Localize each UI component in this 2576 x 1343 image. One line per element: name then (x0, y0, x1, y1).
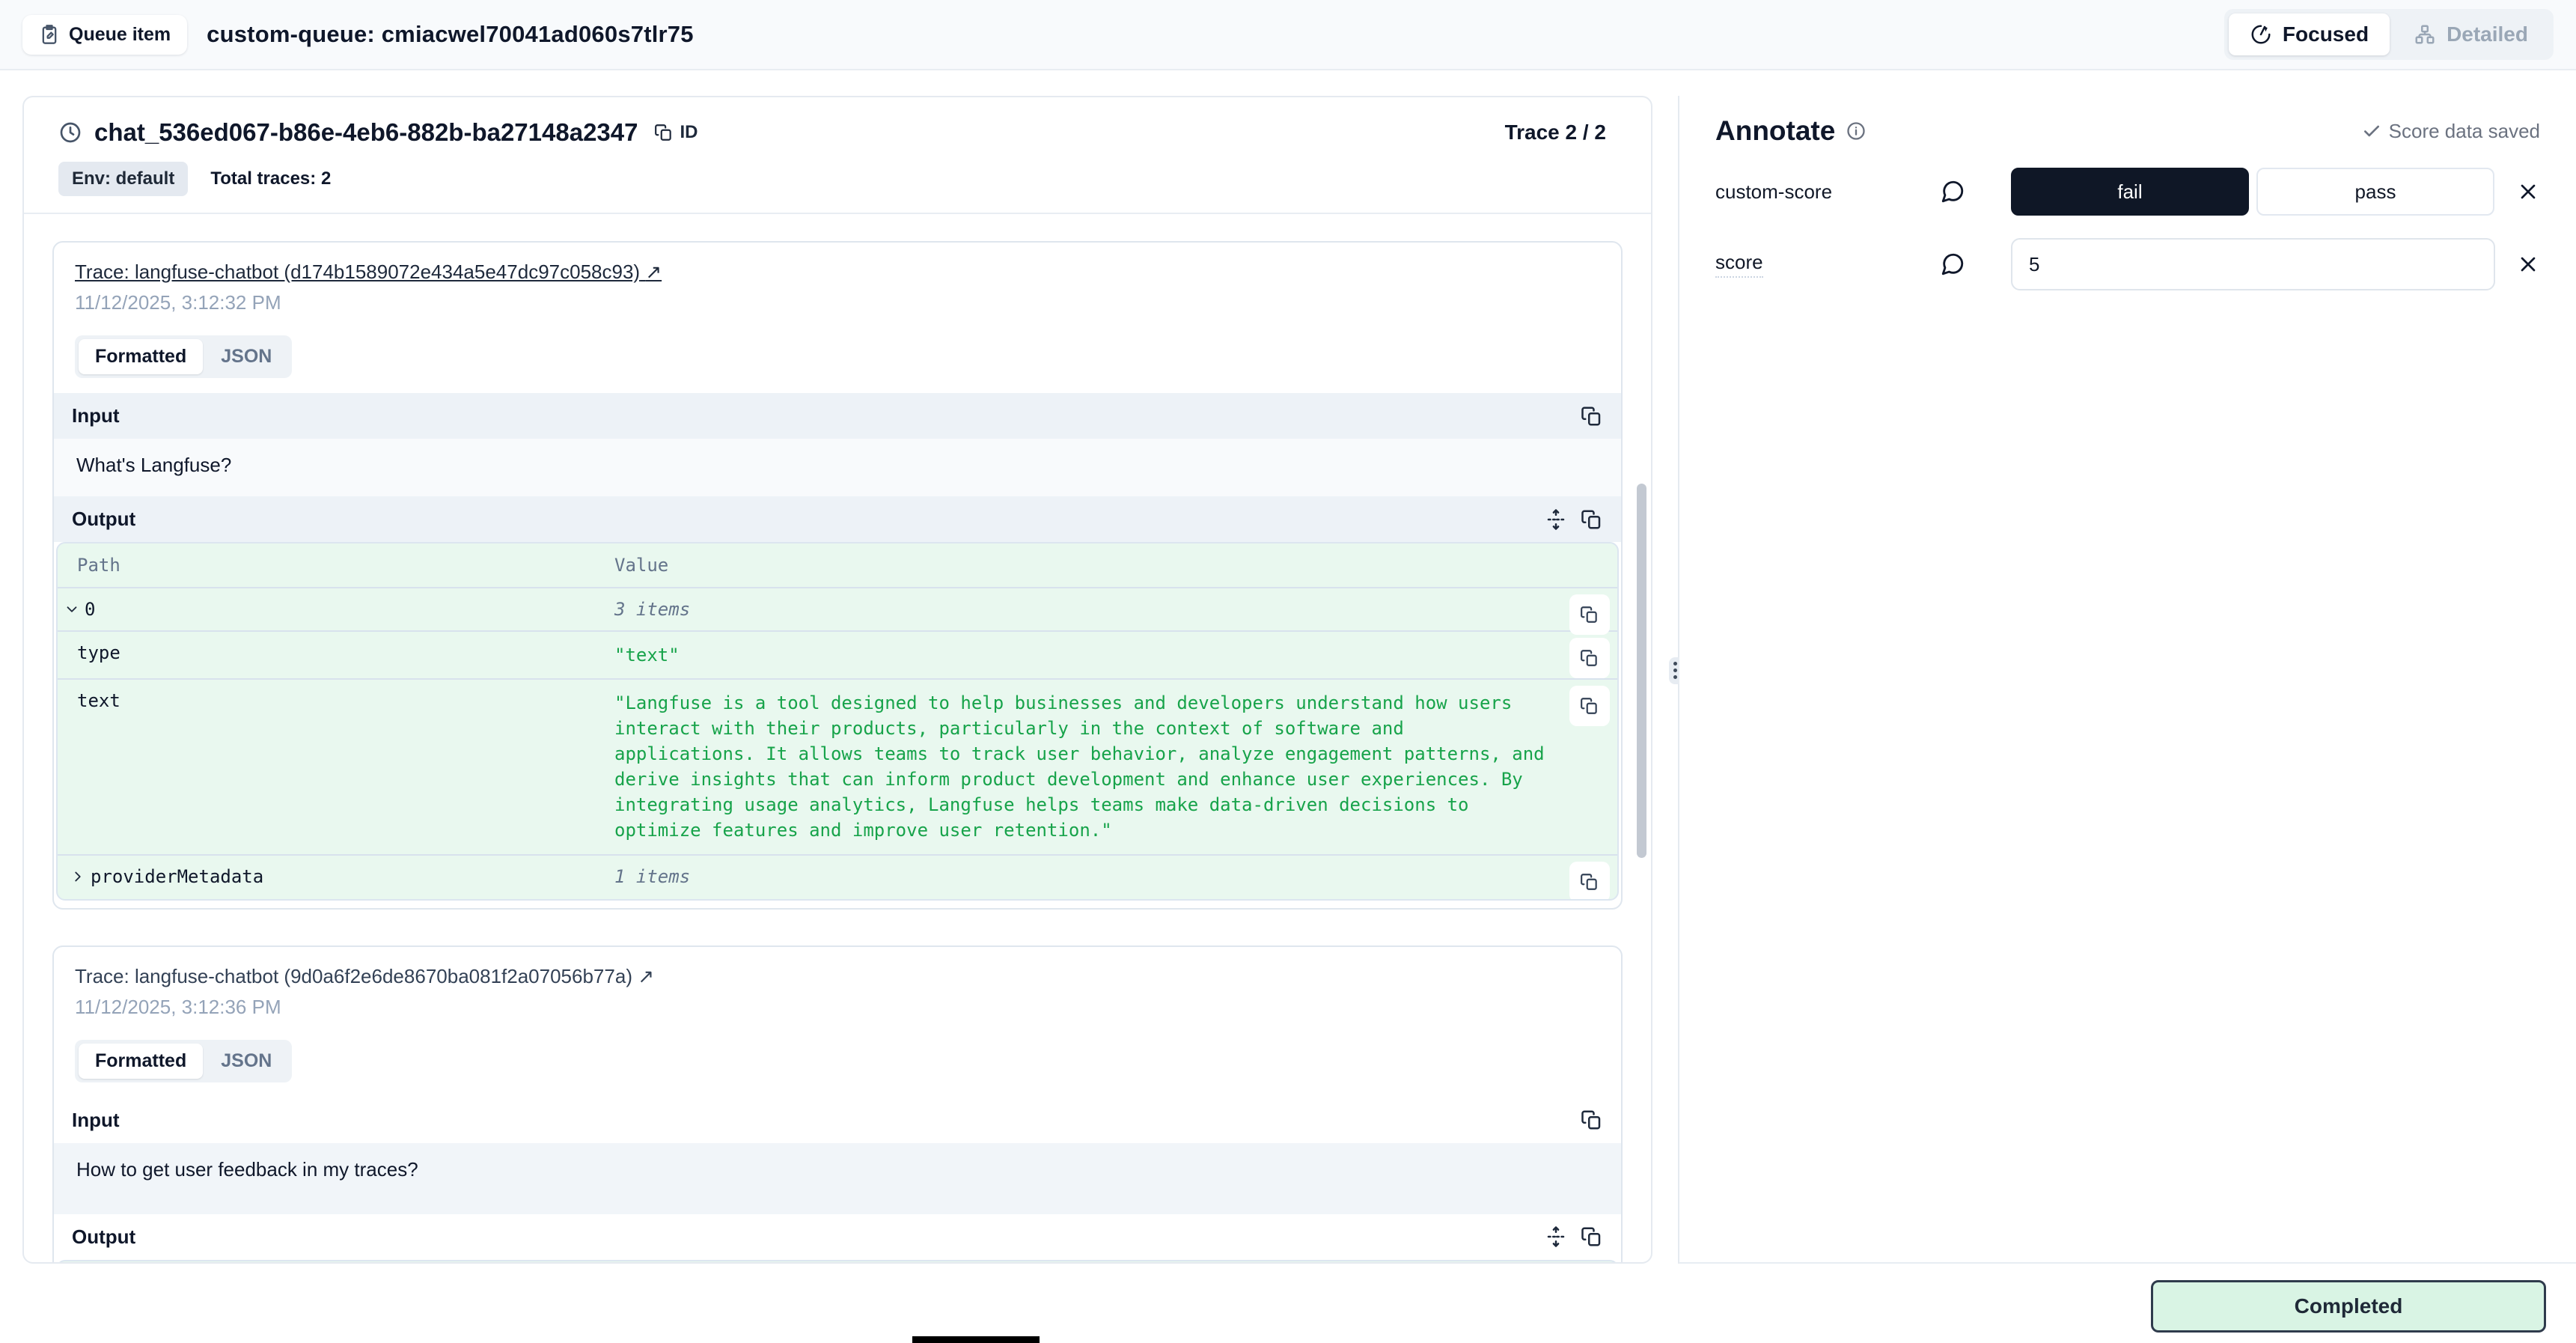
score-value-input[interactable] (2011, 238, 2495, 290)
top-bar: Queue item custom-queue: cmiacwel70041ad… (0, 0, 2576, 70)
row-value: "Langfuse is a tool designed to help bus… (614, 690, 1617, 843)
vertical-scrollbar[interactable] (1637, 484, 1646, 858)
output-section-header-2: Output (54, 1214, 1621, 1260)
copy-id-button[interactable]: ID (654, 122, 698, 143)
focused-view-button[interactable]: Focused (2229, 13, 2390, 55)
format-toggle-1: Formatted JSON (75, 335, 292, 378)
formatted-tab-2[interactable]: Formatted (79, 1044, 203, 1079)
row-value: 1 items (614, 866, 1617, 887)
completed-button[interactable]: Completed (2151, 1280, 2546, 1333)
chevron-right-icon[interactable] (70, 868, 86, 885)
info-icon[interactable] (1846, 121, 1867, 141)
annotate-title: Annotate (1715, 115, 1835, 147)
table-row[interactable]: type "text" (58, 632, 1617, 680)
copy-row-button[interactable] (1569, 686, 1610, 726)
trace-timestamp-2: 11/12/2025, 3:12:36 PM (75, 996, 1600, 1019)
copy-output-button-2[interactable] (1581, 1225, 1603, 1248)
external-link-icon: ↗ (638, 965, 654, 987)
clipboard-pen-icon (39, 24, 60, 45)
table-row[interactable]: text "Langfuse is a tool designed to hel… (58, 680, 1617, 855)
trace-card-1: Trace: langfuse-chatbot (d174b1589072e43… (52, 241, 1623, 910)
trace-counter: Trace 2 / 2 (1505, 121, 1606, 144)
table-row[interactable]: 0 3 items (58, 588, 1617, 632)
delete-score-icon[interactable] (2516, 252, 2540, 276)
env-badge: Env: default (58, 162, 188, 196)
check-icon (2362, 121, 2381, 141)
row-value: "text" (614, 642, 1617, 668)
copy-input-button-1[interactable] (1581, 405, 1603, 427)
queue-item-header: chat_536ed067-b86e-4eb6-882b-ba27148a234… (24, 97, 1651, 214)
detailed-view-label: Detailed (2447, 22, 2528, 46)
score-option-fail[interactable]: fail (2011, 168, 2249, 216)
output-label-2: Output (72, 1225, 135, 1249)
value-column-header: Value (614, 555, 1617, 576)
score-row-score: score (1715, 238, 2540, 290)
json-tab-2[interactable]: JSON (204, 1044, 288, 1079)
row-path: providerMetadata (91, 866, 263, 887)
table-row[interactable]: providerMetadata 1 items (58, 856, 1617, 899)
chevron-down-icon[interactable] (64, 601, 80, 618)
clock-icon (58, 121, 82, 144)
external-link-icon: ↗ (645, 261, 662, 283)
expand-vertical-icon-button-2[interactable] (1545, 1225, 1567, 1248)
formatted-tab-1[interactable]: Formatted (79, 339, 203, 374)
input-value-2: How to get user feedback in my traces? (54, 1143, 1621, 1214)
detailed-view-button[interactable]: Detailed (2393, 13, 2549, 55)
save-status-label: Score data saved (2389, 120, 2540, 143)
gauge-icon (2250, 23, 2272, 46)
queue-item-badge-label: Queue item (69, 24, 171, 46)
input-section-header-2: Input (54, 1097, 1621, 1143)
row-path: type (77, 642, 120, 663)
traces-scroll-area[interactable]: Trace: langfuse-chatbot (d174b1589072e43… (24, 214, 1651, 1264)
hierarchy-icon (2414, 23, 2436, 46)
input-value-1: What's Langfuse? (54, 439, 1621, 496)
copy-input-button-2[interactable] (1581, 1109, 1603, 1131)
comment-icon[interactable] (1940, 252, 1965, 277)
score-label-score: score (1715, 251, 1763, 278)
score-option-pass[interactable]: pass (2256, 168, 2494, 216)
row-path: 0 (85, 599, 95, 620)
output-json-table-1: Path Value 0 3 items type "text" (56, 542, 1619, 901)
json-tab-1[interactable]: JSON (204, 339, 288, 374)
trace-card-2: Trace: langfuse-chatbot (9d0a6f2e6de8670… (52, 945, 1623, 1264)
row-path: text (77, 690, 120, 711)
trace-timestamp-1: 11/12/2025, 3:12:32 PM (75, 291, 1600, 314)
path-column-header: Path (58, 555, 614, 576)
total-traces-label: Total traces: 2 (210, 168, 331, 189)
copy-row-button[interactable] (1569, 638, 1610, 678)
output-json-table-2: Path Value 0 3 items (56, 1260, 1619, 1264)
input-label-2: Input (72, 1109, 120, 1132)
input-label-1: Input (72, 404, 120, 427)
score-label-custom-score: custom-score (1715, 180, 1832, 204)
focused-view-label: Focused (2283, 22, 2369, 46)
view-mode-toggle: Focused Detailed (2224, 9, 2554, 60)
format-toggle-2: Formatted JSON (75, 1040, 292, 1082)
queue-item-badge: Queue item (22, 15, 187, 55)
queue-item-panel: chat_536ed067-b86e-4eb6-882b-ba27148a234… (22, 96, 1652, 1264)
trace-link-2[interactable]: Trace: langfuse-chatbot (9d0a6f2e6de8670… (75, 965, 654, 987)
comment-icon[interactable] (1940, 179, 1965, 204)
copy-icon (654, 123, 674, 142)
copy-output-button-1[interactable] (1581, 508, 1603, 531)
save-status: Score data saved (2362, 120, 2540, 143)
bottom-strip (912, 1336, 1040, 1343)
row-value: 3 items (614, 599, 1617, 620)
annotate-panel: Annotate Score data saved custom-score f… (1679, 96, 2576, 1264)
trace-link-1[interactable]: Trace: langfuse-chatbot (d174b1589072e43… (75, 261, 662, 283)
delete-score-icon[interactable] (2516, 180, 2540, 204)
score-row-custom-score: custom-score fail pass (1715, 168, 2540, 216)
id-label: ID (680, 122, 698, 143)
item-title: chat_536ed067-b86e-4eb6-882b-ba27148a234… (94, 118, 638, 147)
output-label-1: Output (72, 508, 135, 531)
page-title: custom-queue: cmiacwel70041ad060s7tlr75 (207, 21, 694, 48)
input-section-header-1: Input (54, 393, 1621, 439)
copy-row-button[interactable] (1569, 862, 1610, 901)
copy-row-button[interactable] (1569, 594, 1610, 635)
expand-vertical-icon-button-1[interactable] (1545, 508, 1567, 531)
output-section-header-1: Output (54, 496, 1621, 542)
